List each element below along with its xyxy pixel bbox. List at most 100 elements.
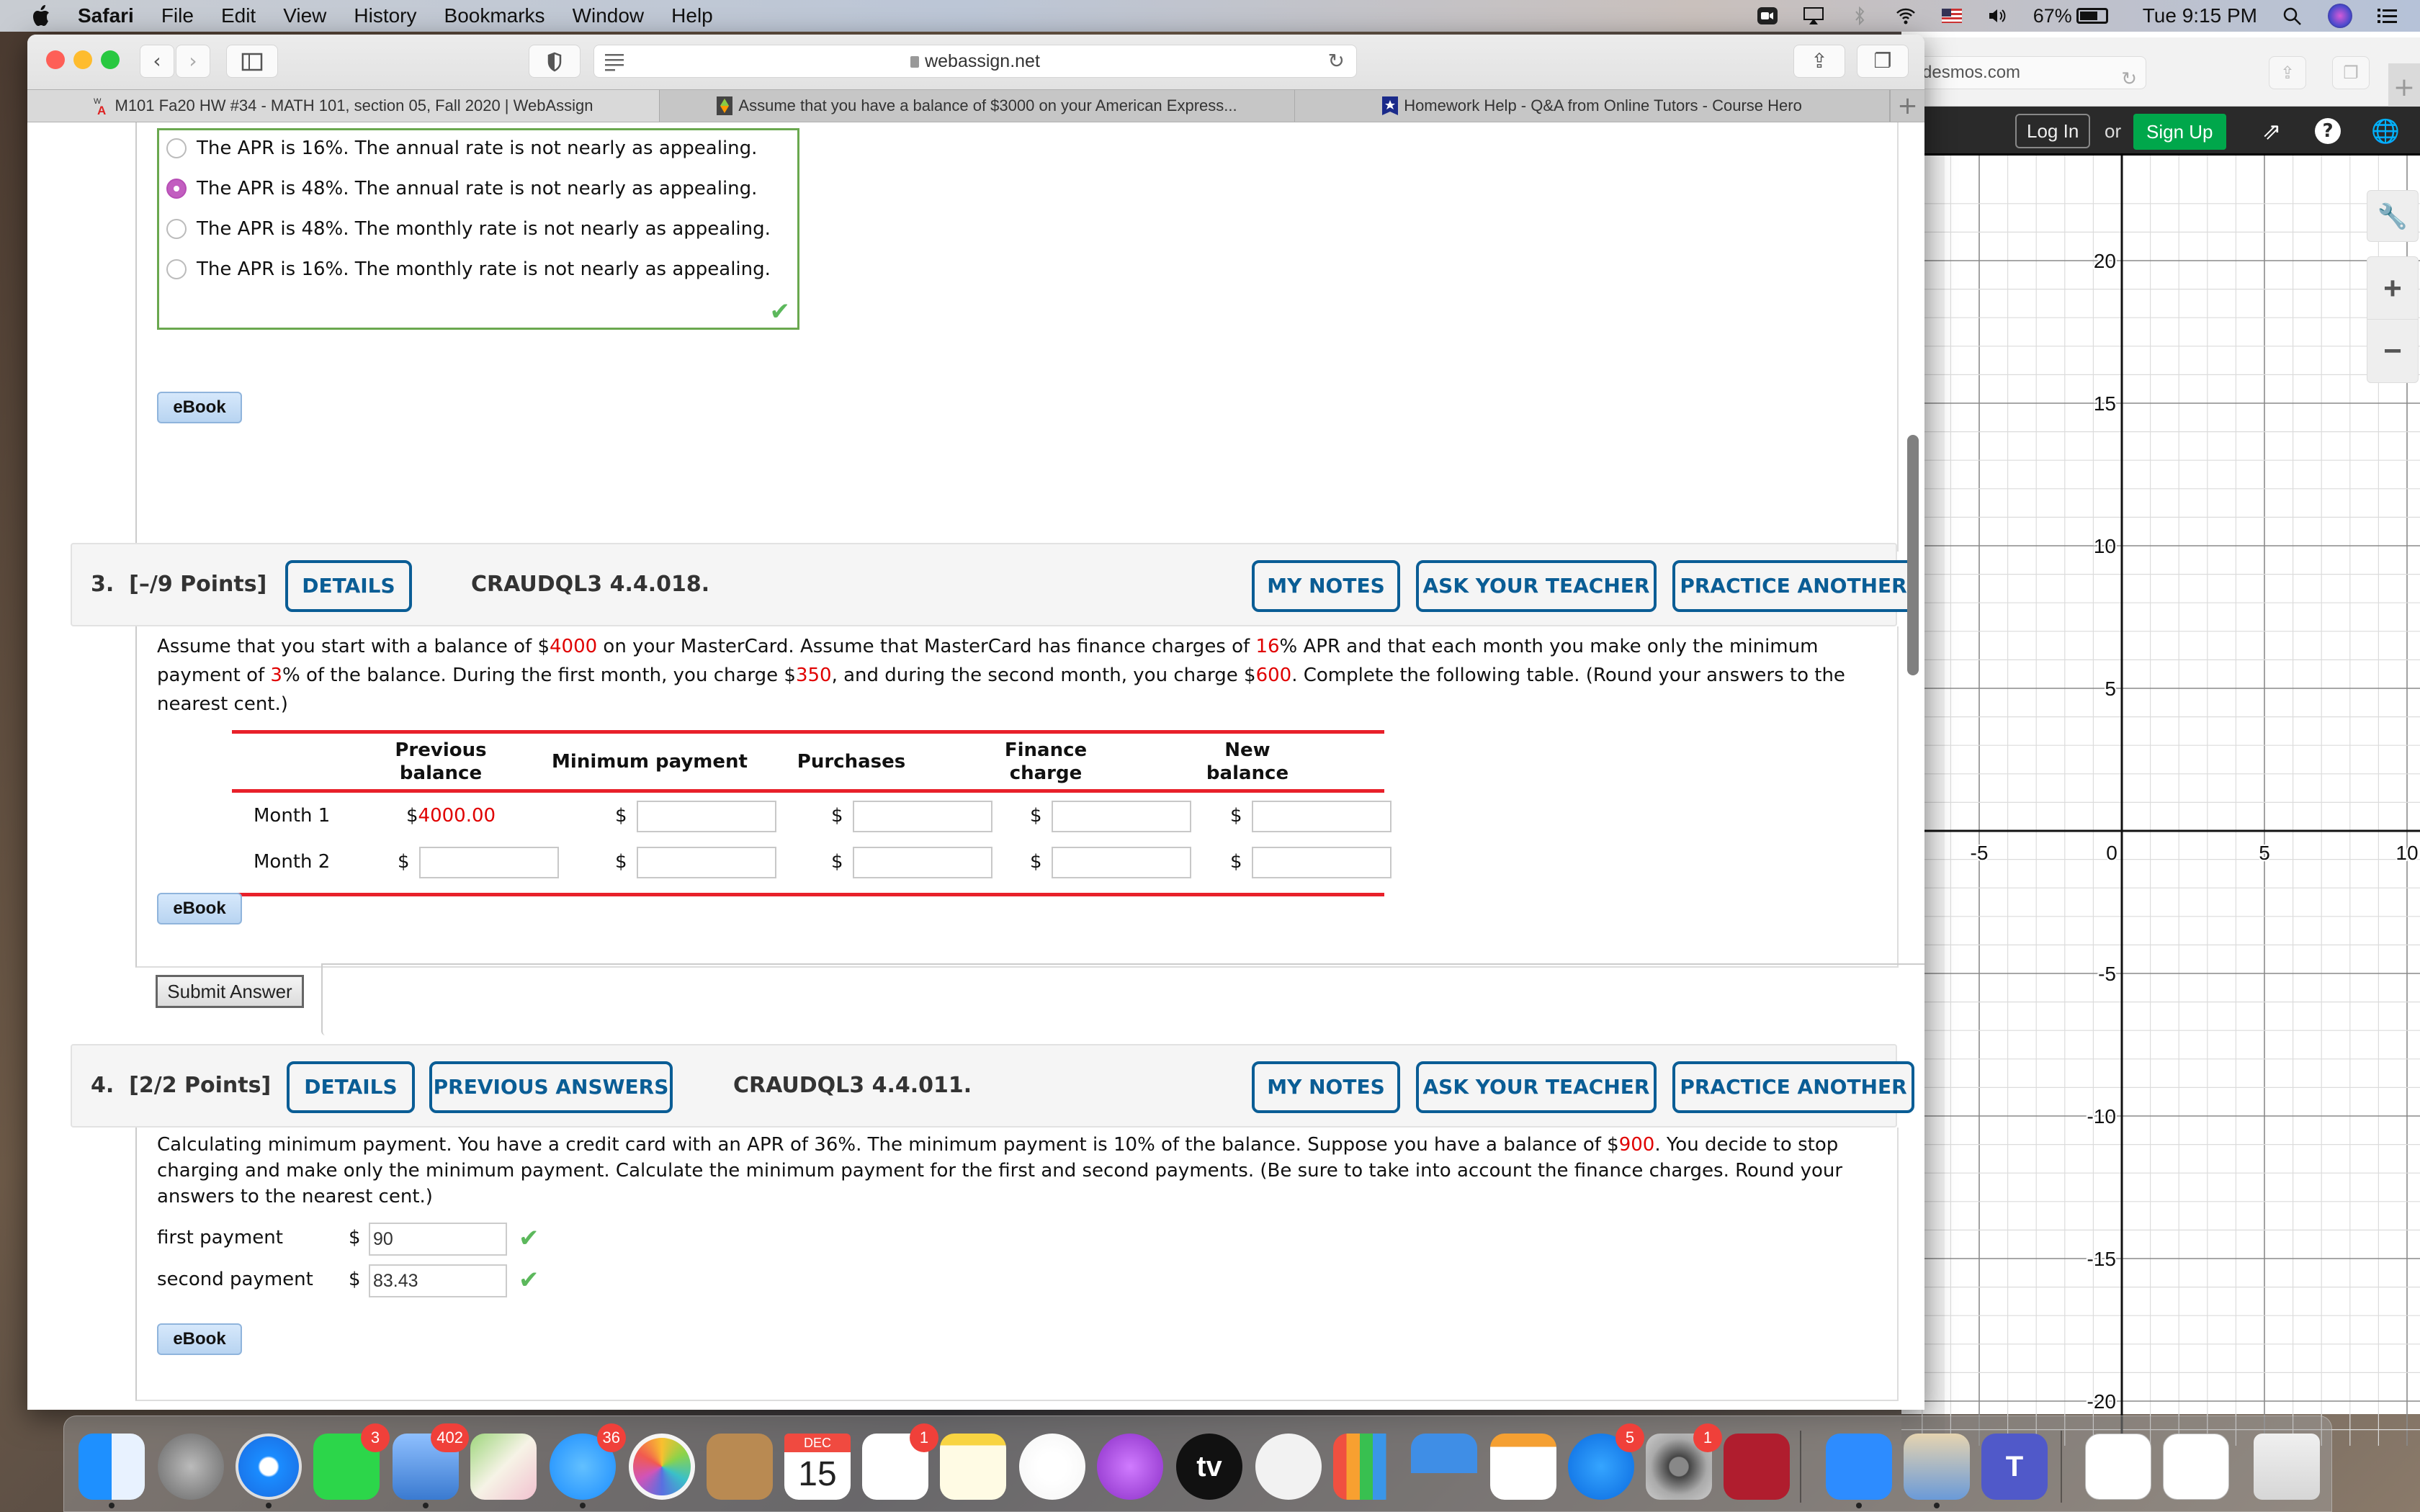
dock-app-music[interactable] — [1019, 1434, 1085, 1500]
menu-view[interactable]: View — [283, 4, 326, 27]
ask-teacher-button[interactable]: ASK YOUR TEACHER — [1416, 560, 1657, 612]
dock-app-system-preferences[interactable]: 1 — [1646, 1423, 1722, 1500]
wifi-icon[interactable] — [1895, 6, 1917, 25]
address-bar[interactable]: webassign.net ↻ — [593, 45, 1357, 78]
menu-help[interactable]: Help — [671, 4, 713, 27]
menu-app-safari[interactable]: Safari — [78, 4, 134, 27]
dock-app-keynote[interactable] — [1411, 1434, 1477, 1500]
submit-answer-button[interactable]: Submit Answer — [156, 975, 304, 1008]
month-2-minimum-payment-input[interactable] — [637, 847, 776, 878]
dock-app-maps[interactable] — [470, 1434, 537, 1500]
privacy-report-button[interactable] — [529, 45, 581, 78]
menu-edit[interactable]: Edit — [221, 4, 256, 27]
reload-icon[interactable]: ↻ — [2121, 63, 2137, 94]
airplay-icon[interactable] — [1803, 6, 1824, 25]
dock-app-notes[interactable] — [940, 1434, 1006, 1500]
new-tab-button[interactable]: + — [1890, 90, 1924, 122]
tab-overview-button[interactable]: ❐ — [1857, 45, 1909, 78]
tab-american-express-question[interactable]: Assume that you have a balance of $3000 … — [660, 90, 1295, 122]
month-2-purchases-input[interactable] — [853, 847, 992, 878]
dock-app-facetime[interactable]: 3 — [313, 1423, 390, 1500]
month-1-new-balance-input[interactable] — [1252, 801, 1392, 832]
input-source-us-flag-icon[interactable] — [1941, 6, 1963, 25]
menu-history[interactable]: History — [354, 4, 416, 27]
practice-another-button[interactable]: PRACTICE ANOTHER — [1672, 1061, 1914, 1113]
desmos-tabs-overview-icon[interactable]: ❐ — [2332, 56, 2370, 89]
close-window-button[interactable] — [46, 50, 65, 69]
month-2-finance-charge-input[interactable] — [1052, 847, 1191, 878]
dock-app-document-stack-1[interactable] — [2085, 1434, 2151, 1500]
radio-button[interactable] — [166, 259, 187, 279]
language-globe-icon[interactable]: 🌐 — [2371, 117, 2400, 145]
dock-app-app-store[interactable]: 5 — [1568, 1423, 1644, 1500]
my-notes-button[interactable]: MY NOTES — [1252, 1061, 1400, 1113]
help-icon[interactable]: ? — [2315, 118, 2341, 144]
dock-app-mail[interactable]: 402 — [393, 1423, 469, 1500]
zoom-out-button[interactable]: − — [2367, 320, 2418, 382]
details-button[interactable]: DETAILS — [285, 560, 412, 612]
signup-button[interactable]: Sign Up — [2133, 114, 2226, 150]
menu-bookmarks[interactable]: Bookmarks — [444, 4, 545, 27]
forward-button[interactable]: › — [176, 45, 210, 78]
dock-app-tv[interactable]: tv — [1176, 1434, 1242, 1500]
siri-icon[interactable] — [2328, 4, 2352, 28]
month-2-new-balance-input[interactable] — [1252, 847, 1392, 878]
desmos-new-tab-button[interactable]: + — [2388, 63, 2420, 112]
dock-app-news[interactable] — [1255, 1434, 1322, 1500]
previous-answers-button[interactable]: PREVIOUS ANSWERS — [429, 1061, 673, 1113]
spotlight-search-icon[interactable] — [2282, 6, 2303, 25]
option-row[interactable]: The APR is 48%. The annual rate is not n… — [166, 178, 757, 199]
clock[interactable]: Tue 9:15 PM — [2143, 4, 2257, 27]
menu-file[interactable]: File — [161, 4, 194, 27]
details-button[interactable]: DETAILS — [287, 1061, 415, 1113]
radio-button-selected[interactable] — [166, 179, 187, 199]
sidebar-toggle-button[interactable] — [226, 45, 278, 78]
tab-course-hero[interactable]: Homework Help - Q&A from Online Tutors -… — [1295, 90, 1890, 122]
ebook-button[interactable]: eBook — [157, 1323, 242, 1355]
month-1-finance-charge-input[interactable] — [1052, 801, 1191, 832]
dock-app-trash[interactable] — [2254, 1434, 2320, 1500]
radio-button[interactable] — [166, 138, 187, 158]
menu-window[interactable]: Window — [573, 4, 645, 27]
zoom-in-button[interactable]: + — [2367, 257, 2418, 320]
page-scrollbar[interactable] — [1907, 435, 1919, 675]
graph-settings-wrench-icon[interactable]: 🔧 — [2367, 190, 2419, 242]
login-button[interactable]: Log In — [2015, 114, 2091, 148]
month-1-purchases-input[interactable] — [853, 801, 992, 832]
minimize-window-button[interactable] — [73, 50, 92, 69]
dock-app-calendar[interactable]: DEC 15 — [784, 1434, 851, 1500]
desmos-address-bar[interactable]: desmos.com ↻ — [1901, 56, 2146, 89]
dock-app-podcasts[interactable] — [1097, 1434, 1163, 1500]
dock-app-photo-booth[interactable] — [1724, 1434, 1790, 1500]
reload-icon[interactable]: ↻ — [1328, 45, 1345, 77]
dock-app-reminders[interactable]: 1 — [862, 1423, 938, 1500]
dock-app-preview[interactable] — [1904, 1434, 1970, 1500]
option-row[interactable]: The APR is 16%. The annual rate is not n… — [166, 138, 757, 159]
first-payment-input[interactable] — [369, 1223, 507, 1256]
dock-app-zoom[interactable] — [1826, 1434, 1892, 1500]
practice-another-button[interactable]: PRACTICE ANOTHER — [1672, 560, 1914, 612]
ebook-button[interactable]: eBook — [157, 392, 242, 423]
dock-app-launchpad[interactable] — [158, 1434, 224, 1500]
dock-app-messages[interactable]: 36 — [550, 1423, 626, 1500]
dock-app-photos[interactable] — [629, 1434, 695, 1500]
my-notes-button[interactable]: MY NOTES — [1252, 560, 1400, 612]
ebook-button[interactable]: eBook — [157, 893, 242, 924]
dock-app-safari[interactable] — [236, 1434, 302, 1500]
battery-indicator[interactable]: 67% — [2033, 5, 2108, 27]
dock-app-finder[interactable] — [79, 1434, 145, 1500]
notification-center-icon[interactable] — [2377, 6, 2398, 25]
zoom-window-button[interactable] — [101, 50, 120, 69]
second-payment-input[interactable] — [369, 1264, 507, 1297]
month-1-minimum-payment-input[interactable] — [637, 801, 776, 832]
dock-app-numbers[interactable] — [1333, 1434, 1399, 1500]
dock-app-document-stack-2[interactable] — [2163, 1434, 2229, 1500]
radio-button[interactable] — [166, 219, 187, 239]
desmos-graph-paper[interactable]: -5 0 5 10 20 15 10 5 -5 -10 -15 -20 🔧 + − — [1901, 156, 2420, 1446]
share-graph-icon[interactable]: ⇗ — [2257, 117, 2286, 145]
dock-app-pages[interactable] — [1490, 1434, 1556, 1500]
option-row[interactable]: The APR is 16%. The monthly rate is not … — [166, 258, 771, 280]
zoom-status-icon[interactable] — [1757, 6, 1778, 25]
option-row[interactable]: The APR is 48%. The monthly rate is not … — [166, 218, 771, 240]
dock-app-contacts[interactable] — [707, 1434, 773, 1500]
